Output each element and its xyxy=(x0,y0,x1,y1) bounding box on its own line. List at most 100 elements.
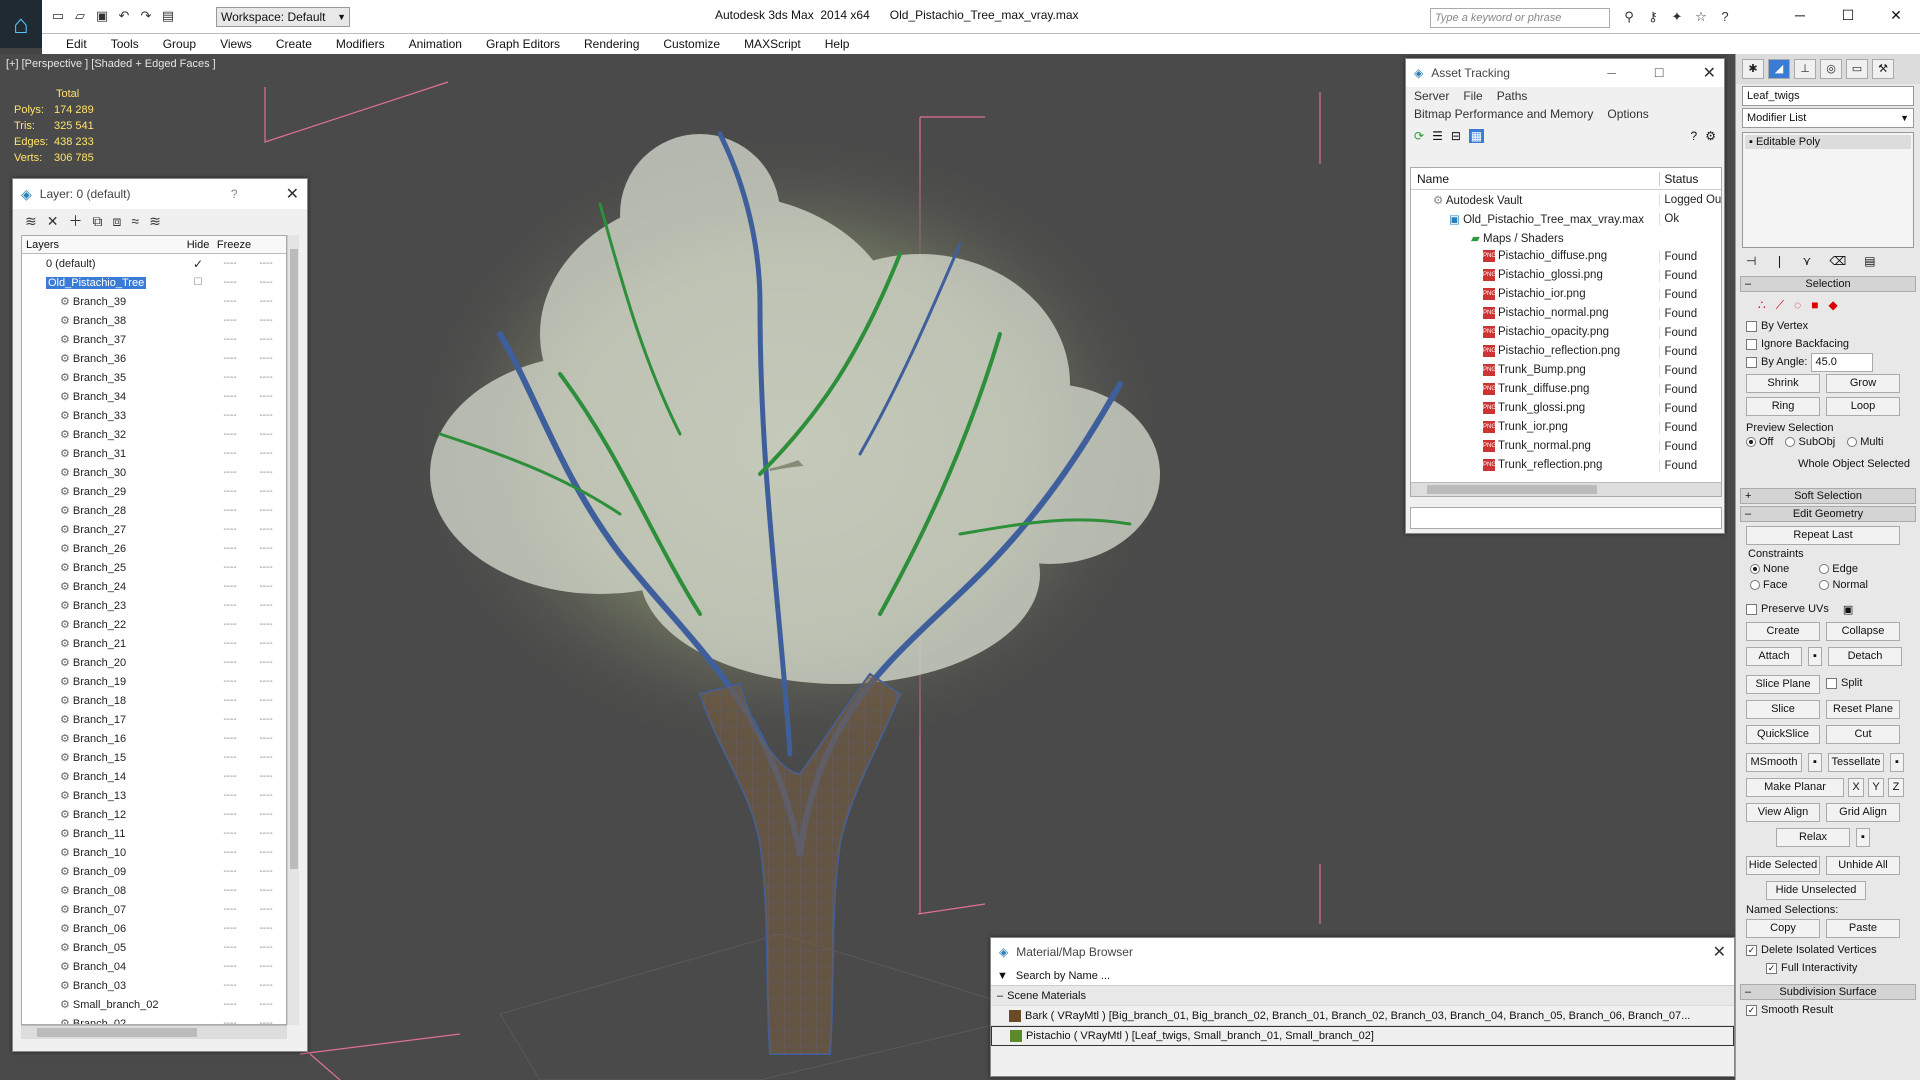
layer-list[interactable]: Layers Hide Freeze 0 (default) ✓ ---- --… xyxy=(21,235,287,1025)
hide-toggle[interactable]: ---- xyxy=(214,923,246,934)
material-close-icon[interactable]: ✕ xyxy=(1713,942,1726,962)
material-search-input[interactable]: Search by Name ... xyxy=(1016,970,1110,982)
layer-object-row[interactable]: ⚙ Branch_06 ---- ---- xyxy=(22,919,286,938)
layer-object-row[interactable]: ⚙ Branch_21 ---- ---- xyxy=(22,634,286,653)
border-icon[interactable]: ◌ xyxy=(1794,298,1801,312)
help-icon[interactable]: ? xyxy=(1716,8,1734,26)
col-status[interactable]: Status xyxy=(1659,171,1721,186)
layer-object-row[interactable]: ⚙ Branch_22 ---- ---- xyxy=(22,615,286,634)
save-icon[interactable]: ▣ xyxy=(94,8,110,24)
layer-object-row[interactable]: ⚙ Branch_36 ---- ---- xyxy=(22,349,286,368)
settings-icon[interactable]: ▣ xyxy=(1843,603,1853,616)
grow-button[interactable]: Grow xyxy=(1826,374,1900,393)
loop-button[interactable]: Loop xyxy=(1826,397,1900,416)
hide-toggle[interactable]: ---- xyxy=(214,505,246,516)
freeze-toggle[interactable]: ---- xyxy=(246,486,286,497)
asset-maximize-icon[interactable]: ☐ xyxy=(1654,66,1665,80)
layer-vscrollbar[interactable] xyxy=(287,235,299,1025)
freeze-toggle[interactable]: ---- xyxy=(246,600,286,611)
layer-object-row[interactable]: ⚙ Branch_19 ---- ---- xyxy=(22,672,286,691)
layer-object-row[interactable]: ⚙ Branch_07 ---- ---- xyxy=(22,900,286,919)
freeze-toggle[interactable]: ---- xyxy=(246,296,286,307)
minimize-icon[interactable]: ─ xyxy=(1776,0,1824,32)
display-tab-icon[interactable]: ▭ xyxy=(1846,59,1868,79)
menu-item[interactable]: Graph Editors xyxy=(474,34,572,54)
layer-object-row[interactable]: ⚙ Branch_18 ---- ---- xyxy=(22,691,286,710)
asset-menu-item[interactable]: Paths xyxy=(1497,87,1528,105)
freeze-toggle[interactable]: ---- xyxy=(246,619,286,630)
ignore-backfacing-checkbox[interactable]: Ignore Backfacing xyxy=(1746,336,1910,352)
layer-object-row[interactable]: ⚙ Branch_02 ---- ---- xyxy=(22,1014,286,1024)
freeze-toggle[interactable]: ---- xyxy=(246,277,286,288)
hide-toggle[interactable]: ---- xyxy=(214,999,246,1010)
hide-toggle[interactable]: ---- xyxy=(214,847,246,858)
element-icon[interactable]: ◆ xyxy=(1828,298,1837,312)
freeze-toggle[interactable]: ---- xyxy=(246,904,286,915)
layer-object-row[interactable]: ⚙ Branch_28 ---- ---- xyxy=(22,501,286,520)
layer-object-row[interactable]: ⚙ Small_branch_02 ---- ---- xyxy=(22,995,286,1014)
col-freeze[interactable]: Freeze xyxy=(214,239,254,251)
hide-toggle[interactable]: ---- xyxy=(214,676,246,687)
polygon-icon[interactable]: ■ xyxy=(1811,298,1818,312)
edge-icon[interactable]: ⟋ xyxy=(1776,298,1784,312)
layer-row-default[interactable]: 0 (default) ✓ ---- ---- xyxy=(22,254,286,273)
freeze-toggle[interactable]: ---- xyxy=(246,657,286,668)
asset-menu-item[interactable]: File xyxy=(1463,87,1482,105)
layer-object-row[interactable]: ⚙ Branch_03 ---- ---- xyxy=(22,976,286,995)
full-interactivity-checkbox[interactable]: ✓ Full Interactivity xyxy=(1746,960,1910,976)
make-unique-icon[interactable]: ⋎ xyxy=(1803,254,1812,272)
layer-object-row[interactable]: ⚙ Branch_30 ---- ---- xyxy=(22,463,286,482)
asset-row-map[interactable]: PNG Pistachio_normal.png Found xyxy=(1411,304,1721,323)
freeze-toggle[interactable]: ---- xyxy=(246,980,286,991)
slice-button[interactable]: Slice xyxy=(1746,700,1820,719)
hide-toggle[interactable]: ---- xyxy=(214,695,246,706)
layer-object-row[interactable]: ⚙ Branch_32 ---- ---- xyxy=(22,425,286,444)
hide-toggle[interactable]: ---- xyxy=(214,619,246,630)
hide-toggle[interactable]: ---- xyxy=(214,334,246,345)
asset-settings-icon[interactable]: ⚙ xyxy=(1705,129,1716,143)
layer-object-row[interactable]: ⚙ Branch_09 ---- ---- xyxy=(22,862,286,881)
freeze-toggle[interactable]: ---- xyxy=(246,885,286,896)
pin-stack-icon[interactable]: ⊣ xyxy=(1746,254,1756,272)
hide-toggle[interactable]: ---- xyxy=(214,277,246,288)
asset-path-field[interactable] xyxy=(1410,507,1722,529)
hide-toggle[interactable]: ---- xyxy=(214,961,246,972)
relax-button[interactable]: Relax xyxy=(1776,828,1850,847)
layer-object-row[interactable]: ⚙ Branch_38 ---- ---- xyxy=(22,311,286,330)
asset-row-map[interactable]: PNG Trunk_ior.png Found xyxy=(1411,418,1721,437)
freeze-toggle[interactable]: ---- xyxy=(246,353,286,364)
menu-item[interactable]: Create xyxy=(264,34,324,54)
layer-object-row[interactable]: ⚙ Branch_26 ---- ---- xyxy=(22,539,286,558)
hide-toggle[interactable]: ---- xyxy=(214,657,246,668)
layer-object-row[interactable]: ⚙ Branch_29 ---- ---- xyxy=(22,482,286,501)
hide-toggle[interactable]: ---- xyxy=(214,315,246,326)
smooth-result-checkbox[interactable]: ✓ Smooth Result xyxy=(1746,1002,1910,1018)
attach-settings-icon[interactable]: ▪ xyxy=(1808,647,1822,666)
modifier-list-dropdown[interactable]: Modifier List ▼ xyxy=(1742,108,1914,128)
layer-row-selected[interactable]: Old_Pistachio_Tree ☐ ---- ---- xyxy=(22,273,286,292)
hide-toggle[interactable]: ---- xyxy=(214,866,246,877)
menu-item[interactable]: Group xyxy=(151,34,208,54)
menu-item[interactable]: Views xyxy=(208,34,264,54)
workspace-dropdown[interactable]: Workspace: Default ▼ xyxy=(216,7,350,27)
angle-spinner[interactable]: 45.0 xyxy=(1811,352,1874,372)
preview-subobj-radio[interactable]: SubObj xyxy=(1785,436,1835,448)
menu-item[interactable]: Tools xyxy=(99,34,151,54)
freeze-toggle[interactable]: ---- xyxy=(246,638,286,649)
col-hide[interactable]: Hide xyxy=(182,239,214,251)
freeze-toggle[interactable]: ---- xyxy=(246,429,286,440)
scene-materials-header[interactable]: – Scene Materials xyxy=(991,986,1734,1006)
constraint-normal-radio[interactable]: Normal xyxy=(1819,579,1868,591)
asset-row-map[interactable]: PNG Trunk_normal.png Found xyxy=(1411,437,1721,456)
highlight-layer-icon[interactable]: ⧈ xyxy=(112,213,121,230)
cut-button[interactable]: Cut xyxy=(1826,725,1900,744)
freeze-toggle[interactable]: ---- xyxy=(246,1018,286,1024)
hide-toggle[interactable]: ---- xyxy=(214,600,246,611)
ring-button[interactable]: Ring xyxy=(1746,397,1820,416)
hide-toggle[interactable]: ---- xyxy=(214,885,246,896)
utilities-tab-icon[interactable]: ⚒ xyxy=(1872,59,1894,79)
vertex-icon[interactable]: ∴ xyxy=(1758,298,1766,312)
asset-table[interactable]: Name Status ⚙ Autodesk Vault Logged Ou ▣… xyxy=(1410,167,1722,497)
col-name[interactable]: Name xyxy=(1411,172,1659,186)
copy-button[interactable]: Copy xyxy=(1746,919,1820,938)
